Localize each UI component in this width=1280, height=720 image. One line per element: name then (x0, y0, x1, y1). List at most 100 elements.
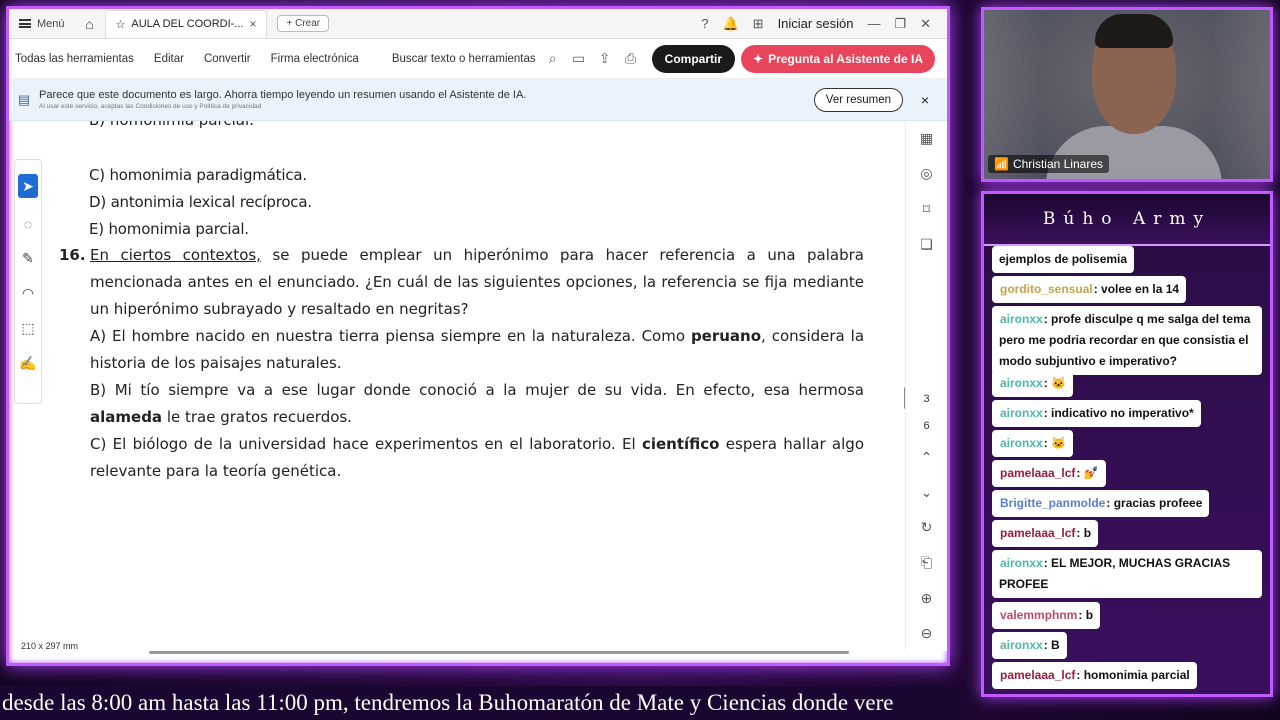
option-e-prev: E) homonimia parcial. (89, 220, 249, 238)
chat-text: : indicativo no imperativo* (1043, 406, 1194, 420)
page-up-icon[interactable]: ⌃ (921, 440, 933, 475)
help-icon[interactable]: ? (701, 16, 708, 31)
chat-message: pamelaaa_lcf: 💅 (992, 460, 1106, 487)
chat-message: ejemplos de polisemia (992, 246, 1135, 273)
tab-title: AULA DEL COORDI-... (131, 18, 244, 30)
lasso-icon[interactable]: ◠ (22, 285, 34, 302)
chat-username[interactable]: aironxx (999, 638, 1044, 652)
chat-username[interactable]: gordito_sensual (999, 282, 1094, 296)
create-label: Crear (295, 18, 321, 29)
option-c-prev: C) homonimia paradigmática. (89, 166, 307, 184)
chat-message: aironxx: 🐱 (992, 430, 1073, 457)
option-b-text: B) Mi tío siempre va a ese lugar donde c… (90, 381, 864, 399)
comment-panel-icon[interactable]: ◎ (920, 156, 932, 191)
page-down-icon[interactable]: ⌄ (921, 475, 933, 510)
banner-message: Parece que este documento es largo. Ahor… (39, 89, 527, 101)
horizontal-scrollbar[interactable] (149, 651, 849, 654)
save-icon[interactable]: ▭ (566, 50, 592, 67)
view-summary-button[interactable]: Ver resumen (813, 87, 903, 112)
cursor-select-icon[interactable]: ➤ (18, 174, 38, 198)
text-select-icon[interactable]: ⬚ (21, 320, 34, 337)
presenter-name: Christian Linares (1012, 157, 1103, 171)
question-number: 16. (59, 246, 86, 264)
signin-button[interactable]: Iniciar sesión (778, 16, 854, 31)
file-icon[interactable]: ⎗ (921, 545, 932, 580)
page-size-label: 210 x 297 mm (21, 641, 79, 651)
close-window-icon[interactable]: ✕ (920, 16, 931, 32)
option-c-bold: científico (641, 435, 720, 453)
chat-username[interactable]: aironxx (999, 376, 1044, 390)
chat-text: : 🐱 (1043, 436, 1066, 450)
all-tools-tab[interactable]: Todas las herramientas (9, 53, 144, 65)
chat-text: : 🐱 (1043, 376, 1066, 390)
apps-grid-icon[interactable]: ⊞ (753, 16, 764, 32)
chat-message: aironxx: indicativo no imperativo* (992, 400, 1201, 427)
minimize-icon[interactable]: — (867, 16, 880, 31)
option-b-end: le trae gratos recuerdos. (162, 408, 352, 426)
document-tab[interactable]: ☆ AULA DEL COORDI-... × (104, 9, 268, 38)
edit-tab[interactable]: Editar (144, 53, 194, 65)
ai-summary-icon: ▤ (17, 91, 31, 107)
chat-panel: Búho Army ejemplos de polisemia gordito_s… (981, 191, 1273, 697)
left-tool-rail: ➤ ◌ ✎ ◠ ⬚ ✍ (14, 159, 42, 404)
search-icon[interactable]: ⌕ (540, 50, 566, 67)
chat-text: : b (1078, 608, 1094, 622)
restore-icon[interactable]: ❐ (894, 16, 906, 32)
chat-username[interactable]: aironxx (999, 406, 1044, 420)
option-d-prev: D) antonimia lexical recíproca. (89, 193, 312, 211)
print-icon[interactable]: ⎙ (618, 50, 644, 67)
close-tab-icon[interactable]: × (249, 17, 256, 31)
chat-title: Búho Army (984, 194, 1270, 246)
chat-text: : gracias profeee (1106, 496, 1203, 510)
chat-text: : volee en la 14 (1093, 282, 1180, 296)
option-a-text: A) El hombre nacido en nuestra tierra pi… (90, 327, 691, 345)
chat-message: aironxx: EL MEJOR, MUCHAS GRACIAS PROFEE (992, 550, 1262, 598)
convert-tab[interactable]: Convertir (194, 53, 261, 65)
chat-username[interactable]: aironxx (999, 312, 1044, 326)
ai-assistant-button[interactable]: ✦ Pregunta al Asistente de IA (741, 44, 935, 73)
chat-message: pamelaaa_lcf: homonimia parcial (992, 662, 1197, 689)
chat-message: aironxx: profe disculpe q me salga del t… (992, 306, 1262, 375)
option-a-bold: peruano (690, 327, 762, 345)
share-button[interactable]: Compartir (651, 44, 735, 73)
bell-icon[interactable]: 🔔 (722, 16, 738, 32)
ai-panel-icon[interactable]: ▦ (920, 121, 933, 156)
pdf-page: B) homonimia parcial. C) homonimia parad… (49, 121, 904, 651)
webcam-nameplate: 📶 Christian Linares (988, 155, 1109, 173)
chat-username[interactable]: Brigitte_panmolde (999, 496, 1106, 510)
chat-username[interactable]: valemmphnm (999, 608, 1078, 622)
chat-text: : B (1043, 638, 1060, 652)
option-b-prev: B) homonimia parcial. (89, 121, 254, 129)
esign-tab[interactable]: Firma electrónica (261, 53, 369, 65)
home-icon[interactable]: ⌂ (75, 16, 105, 32)
banner-terms[interactable]: Al usar este servicio, aceptas las Condi… (39, 103, 526, 110)
comment-icon[interactable]: ◌ (24, 216, 32, 232)
chat-username[interactable]: aironxx (999, 556, 1044, 570)
upload-icon[interactable]: ⇪ (592, 50, 618, 67)
chat-username[interactable]: pamelaaa_lcf (999, 526, 1076, 540)
create-button[interactable]: + Crear (277, 15, 330, 32)
webcam-feed: 📶 Christian Linares (981, 7, 1273, 182)
bookmark-icon[interactable]: ⌑ (923, 191, 930, 226)
chat-message: pamelaaa_lcf: b (992, 520, 1099, 547)
search-tools[interactable]: Buscar texto o herramientas (392, 53, 540, 65)
menu-button[interactable]: Menú (9, 18, 75, 30)
menu-label: Menú (37, 17, 65, 30)
window-controls: ? 🔔 ⊞ Iniciar sesión — ❐ ✕ (701, 16, 947, 32)
signal-icon: 📶 (994, 157, 1009, 171)
zoom-in-icon[interactable]: ⊕ (921, 581, 933, 616)
hamburger-icon (19, 19, 31, 28)
chat-username[interactable]: pamelaaa_lcf (999, 668, 1076, 682)
toolbar: Todas las herramientas Editar Convertir … (9, 39, 947, 79)
sign-icon[interactable]: ✍ (19, 355, 36, 372)
refresh-icon[interactable]: ↻ (921, 510, 933, 545)
pen-icon[interactable]: ✎ (22, 250, 34, 267)
chat-username[interactable]: aironxx (999, 436, 1044, 450)
zoom-out-icon[interactable]: ⊖ (921, 616, 933, 651)
chat-text: : b (1076, 526, 1092, 540)
close-banner-icon[interactable]: × (903, 92, 947, 108)
star-icon[interactable]: ☆ (116, 18, 126, 31)
pages-icon[interactable]: ❏ (920, 227, 933, 262)
chat-username[interactable]: pamelaaa_lcf (999, 466, 1076, 480)
chat-message: valemmphnm: b (992, 602, 1101, 629)
